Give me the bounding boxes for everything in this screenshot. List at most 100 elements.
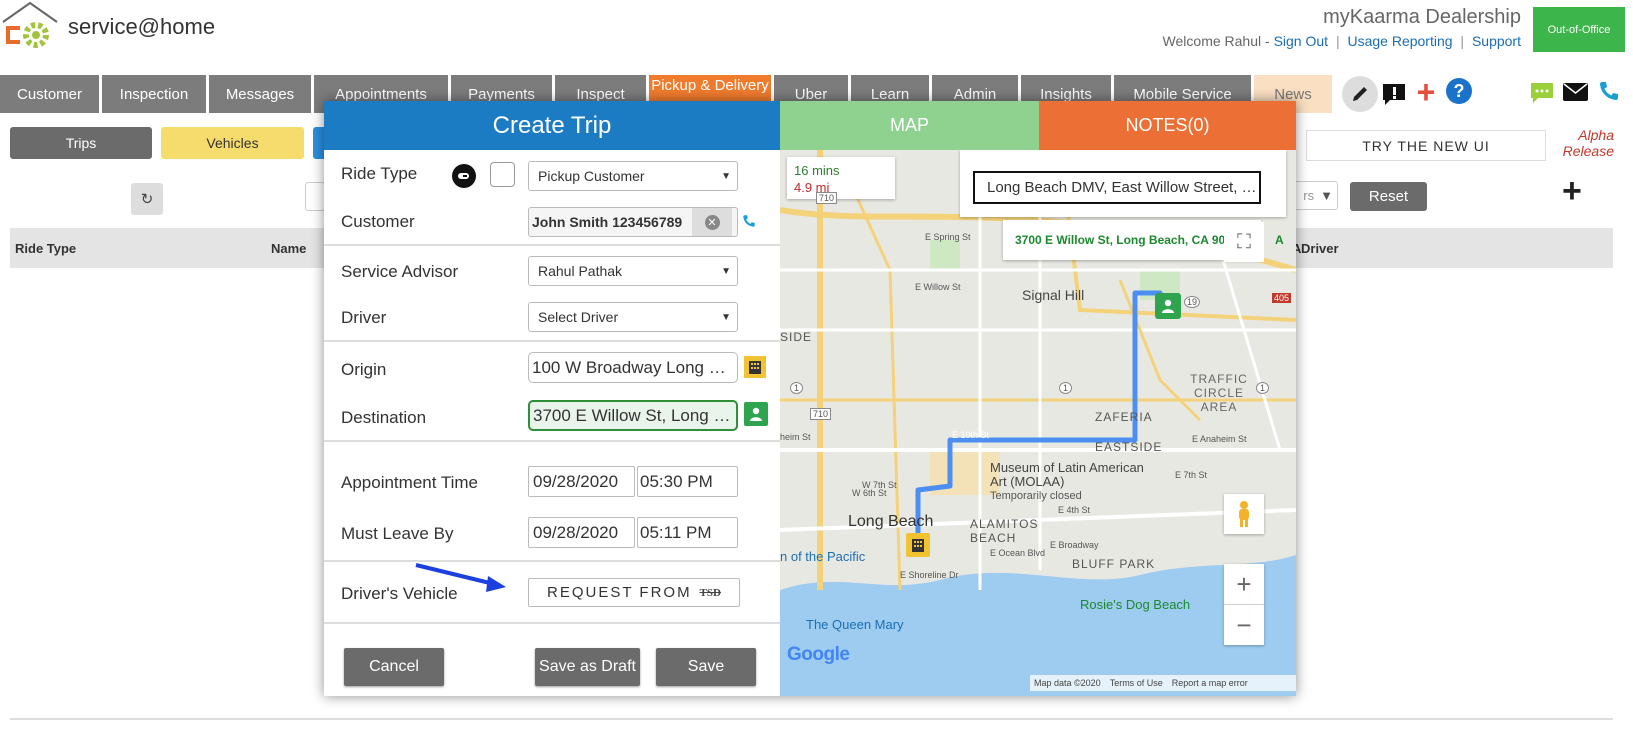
destination-marker-icon[interactable] (1155, 293, 1181, 319)
reset-button[interactable]: Reset (1350, 182, 1427, 211)
sign-out-link[interactable]: Sign Out (1274, 33, 1328, 49)
vehicles-button[interactable]: Vehicles (161, 127, 304, 159)
pencil-icon[interactable] (1342, 76, 1378, 112)
tab-notes[interactable]: NOTES(0) (1039, 101, 1296, 150)
map-label: The Queen Mary (806, 617, 904, 632)
divider (10, 718, 1613, 720)
usage-reporting-link[interactable]: Usage Reporting (1347, 33, 1452, 49)
map-label: W 6th St (852, 488, 887, 498)
search-input[interactable] (305, 182, 325, 211)
map-label: EASTSIDE (1095, 440, 1163, 454)
app-logo (0, 0, 62, 62)
map-label: E 7th St (1175, 470, 1208, 480)
column-header: Driver (1301, 241, 1339, 256)
map-search-panel: Long Beach DMV, East Willow Street, … (960, 150, 1286, 217)
tab-messages[interactable]: Messages (209, 75, 311, 113)
map-label: E Anaheim St (1192, 434, 1247, 444)
must-leave-row: Must Leave By 09/28/2020 05:11 PM (324, 510, 780, 560)
must-leave-time-input[interactable]: 05:11 PM (637, 517, 738, 548)
zoom-out-button[interactable]: − (1224, 605, 1264, 645)
tab-customer[interactable]: Customer (0, 75, 99, 113)
customer-person-icon[interactable] (744, 402, 768, 426)
must-leave-date-value: 09/28/2020 (533, 522, 619, 542)
support-link[interactable]: Support (1472, 33, 1521, 49)
map-label: E Shoreline Dr (900, 570, 959, 580)
appointment-time-input[interactable]: 05:30 PM (637, 466, 738, 497)
mail-icon[interactable] (1563, 83, 1588, 101)
street-view-pegman-icon[interactable] (1224, 494, 1264, 534)
origin-value: 100 W Broadway Long … (532, 357, 726, 377)
request-from-text: REQUEST FROM (547, 584, 692, 601)
out-of-office-button[interactable]: Out-of-Office (1533, 7, 1625, 52)
destination-input[interactable]: 3700 E Willow St, Long … (528, 400, 738, 431)
highway-19-icon: 19 (1184, 296, 1201, 308)
destination-info-address: 3700 E Willow St, Long Beach, CA 908 (1015, 233, 1232, 247)
map-label: Temporarily closed (990, 490, 1082, 502)
trips-button[interactable]: Trips (10, 127, 152, 159)
alert-message-icon[interactable] (1380, 80, 1408, 108)
dealership-building-icon[interactable] (744, 356, 766, 378)
add-trip-icon[interactable]: + (1562, 174, 1582, 208)
create-trip-modal: Create Trip MAP NOTES(0) Ride Type Picku… (324, 101, 1296, 696)
highway-405-icon: 405 (1272, 293, 1292, 303)
origin-label: Origin (341, 360, 387, 379)
chevron-down-icon: ▼ (721, 311, 731, 323)
map-search-input[interactable]: Long Beach DMV, East Willow Street, … (973, 171, 1261, 204)
chat-icon[interactable] (1530, 82, 1554, 104)
divider (324, 622, 780, 624)
add-red-icon[interactable]: + (1412, 74, 1440, 110)
appointment-date-input[interactable]: 09/28/2020 (528, 466, 635, 497)
customer-value: John Smith 123456789 (532, 214, 683, 230)
try-new-ui-button[interactable]: TRY THE NEW UI (1306, 130, 1546, 161)
appointment-row: Appointment Time 09/28/2020 05:30 PM (324, 450, 780, 510)
origin-input[interactable]: 100 W Broadway Long … (528, 352, 738, 383)
driver-value: Select Driver (538, 309, 619, 325)
cancel-button[interactable]: Cancel (344, 648, 444, 686)
separator: | (1460, 33, 1465, 49)
service-advisor-label: Service Advisor (341, 262, 459, 281)
help-icon[interactable]: ? (1446, 78, 1472, 104)
map-label: SIDE (780, 330, 813, 344)
terms-link[interactable]: Terms of Use (1110, 678, 1163, 688)
map-label: E 10th St (952, 430, 990, 440)
phone-icon[interactable] (1597, 79, 1621, 103)
uber-checkbox[interactable] (490, 162, 515, 187)
save-button[interactable]: Save (656, 648, 756, 686)
origin-marker-icon[interactable] (906, 533, 930, 557)
report-error-link[interactable]: Report a map error (1172, 678, 1248, 688)
refresh-icon: ↻ (140, 191, 154, 208)
filter-select[interactable]: rs ▼ (1290, 181, 1338, 210)
route-distance: 4.9 mi (794, 180, 830, 195)
driver-row: Driver Select Driver ▼ (324, 294, 780, 340)
dealership-name: myKaarma Dealership (1323, 6, 1521, 28)
route-map[interactable]: 16 mins 4.9 mi Long Beach DMV, East Will… (780, 150, 1296, 696)
map-label: Signal Hill (1022, 287, 1085, 303)
customer-label: Customer (341, 212, 415, 231)
divider (324, 440, 780, 442)
destination-label: Destination (341, 408, 427, 427)
tab-inspection[interactable]: Inspection (102, 75, 206, 113)
map-label: E Spring St (925, 232, 971, 242)
save-as-draft-button[interactable]: Save as Draft (535, 648, 640, 686)
service-advisor-select[interactable]: Rahul Pathak ▼ (528, 256, 738, 286)
highway-1-icon: 1 (1059, 382, 1073, 394)
ride-type-select[interactable]: Pickup Customer ▼ (528, 161, 738, 191)
uber-logo-icon[interactable] (452, 164, 476, 188)
clear-customer-button[interactable]: ✕ (692, 208, 732, 236)
arrow-annotation-icon (414, 562, 510, 601)
map-label: E Broadway (1050, 540, 1099, 550)
driver-select[interactable]: Select Driver ▼ (528, 302, 738, 332)
map-label: Rosie's Dog Beach (1080, 597, 1191, 612)
map-label: E 4th St (1058, 505, 1091, 515)
ride-type-label: Ride Type (341, 164, 418, 183)
fullscreen-button[interactable]: ⛶ (1224, 222, 1264, 262)
modal-title: Create Trip (324, 101, 780, 150)
refresh-button[interactable]: ↻ (131, 183, 163, 215)
map-label: E Willow St (915, 282, 961, 292)
tab-map[interactable]: MAP (780, 101, 1039, 150)
must-leave-date-input[interactable]: 09/28/2020 (528, 517, 635, 548)
phone-icon[interactable] (742, 213, 756, 233)
destination-value: 3700 E Willow St, Long … (533, 405, 731, 425)
request-vehicle-button[interactable]: REQUEST FROM TSD (528, 578, 740, 607)
zoom-in-button[interactable]: + (1224, 564, 1264, 605)
